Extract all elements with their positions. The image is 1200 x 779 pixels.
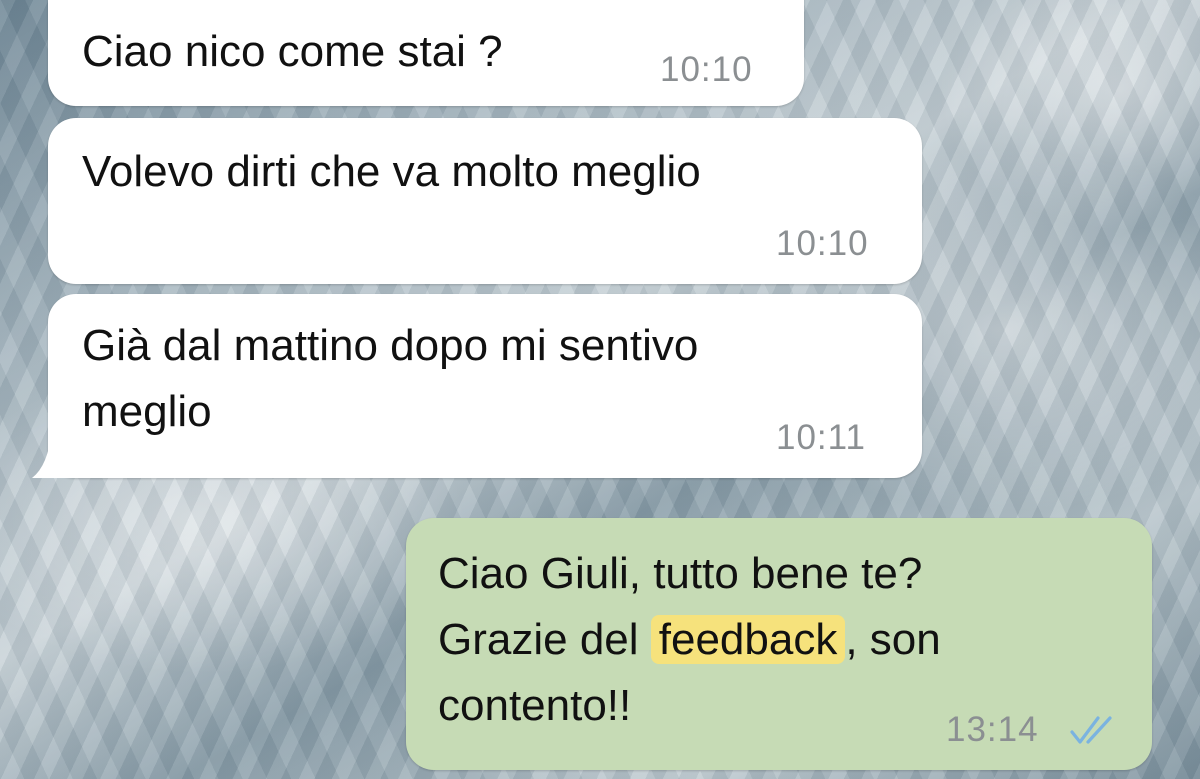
message-timestamp: 10:10 <box>660 50 753 89</box>
chat-thread[interactable]: Ciao nico come stai ? 10:10 Volevo dirti… <box>0 0 1200 779</box>
message-text: Ciao nico come stai ? <box>82 27 503 76</box>
incoming-message-bubble[interactable]: Volevo dirti che va molto meglio 10:10 <box>48 118 922 284</box>
outgoing-message-bubble[interactable]: Ciao Giuli, tutto bene te? Grazie del fe… <box>406 518 1152 770</box>
message-text-line: Già dal mattino dopo mi sentivo <box>82 321 699 370</box>
incoming-message-bubble[interactable]: Ciao nico come stai ? 10:10 <box>48 0 804 106</box>
bubble-tail <box>32 430 86 478</box>
message-text-line: contento!! <box>438 681 632 730</box>
message-text-segment: , son <box>845 615 941 664</box>
message-timestamp: 13:14 <box>946 710 1039 749</box>
message-text-line: meglio <box>82 387 212 436</box>
highlighted-word: feedback <box>650 615 846 664</box>
incoming-message-bubble[interactable]: Già dal mattino dopo mi sentivo meglio 1… <box>48 294 922 478</box>
message-text-line: Grazie del feedback, son <box>438 608 941 672</box>
message-text-line: Ciao Giuli, tutto bene te? <box>438 549 923 598</box>
message-text-segment: Grazie del <box>438 615 651 664</box>
message-timestamp: 10:10 <box>776 224 869 263</box>
message-timestamp: 10:11 <box>776 418 866 457</box>
double-check-read-icon <box>1070 716 1112 744</box>
message-text: Volevo dirti che va molto meglio <box>82 147 701 196</box>
